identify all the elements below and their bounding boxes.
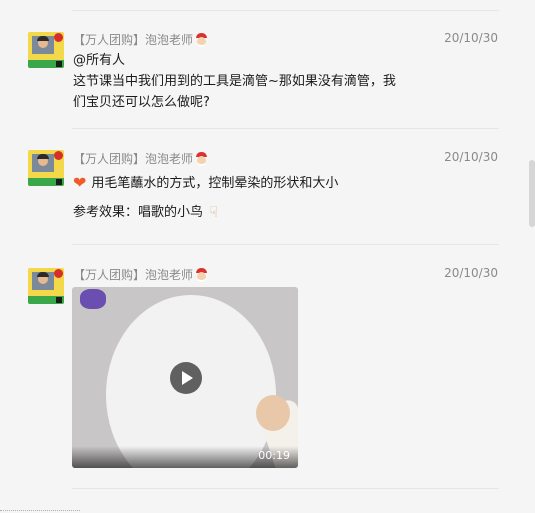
message-text: 参考效果：唱歌的小鸟 ☟ <box>73 203 219 221</box>
heart-icon: ❤ <box>73 173 87 192</box>
sender-name[interactable]: 【万人团购】泡泡老师 <box>73 266 208 283</box>
timestamp: 20/10/30 <box>444 150 498 164</box>
video-duration: 00:19 <box>258 449 290 462</box>
divider <box>72 244 499 245</box>
timestamp: 20/10/30 <box>444 266 498 280</box>
divider <box>72 10 499 11</box>
input-area-edge <box>0 508 535 513</box>
avatar[interactable] <box>28 32 64 68</box>
santa-emoji-icon <box>195 268 208 282</box>
santa-emoji-icon <box>195 152 208 166</box>
avatar[interactable] <box>28 268 64 304</box>
avatar[interactable] <box>28 150 64 186</box>
message-text: @所有人 这节课当中我们用到的工具是滴管~那如果没有滴管，我 们宝贝还可以怎么做… <box>73 53 396 110</box>
timestamp: 20/10/30 <box>444 31 498 45</box>
sender-name[interactable]: 【万人团购】泡泡老师 <box>73 150 208 167</box>
santa-emoji-icon <box>195 33 208 47</box>
sender-name[interactable]: 【万人团购】泡泡老师 <box>73 31 208 48</box>
play-icon[interactable] <box>170 362 202 394</box>
divider <box>72 488 499 489</box>
video-message[interactable]: 00:19 <box>72 287 298 468</box>
divider <box>72 128 499 129</box>
message-text: ❤ 用毛笔蘸水的方式，控制晕染的形状和大小 <box>73 173 339 192</box>
pointing-down-hand-icon: ☟ <box>209 203 219 221</box>
scrollbar-thumb[interactable] <box>529 160 535 227</box>
